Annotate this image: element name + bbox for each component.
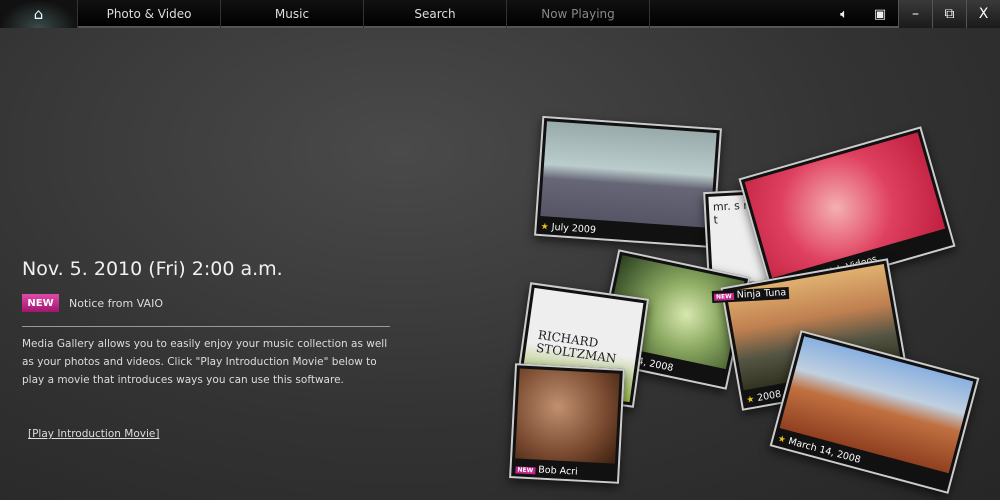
star-icon: ★ xyxy=(776,434,787,446)
new-badge: NEW xyxy=(713,292,734,301)
speaker-icon: 🔈︎ xyxy=(840,6,848,22)
restore-button[interactable]: ⧉ xyxy=(932,0,966,28)
caption: Bob Acri xyxy=(537,464,578,478)
gallery-item[interactable]: ★March 14, 2008 xyxy=(769,330,980,494)
notice-title: Notice from VAIO xyxy=(69,297,163,310)
gallery-item[interactable]: ★ July 2009 xyxy=(534,115,722,249)
divider xyxy=(22,326,390,327)
close-button[interactable]: X xyxy=(966,0,1000,28)
tab-music[interactable]: Music xyxy=(221,0,364,28)
home-button[interactable]: ⌂ xyxy=(0,0,78,28)
tab-search[interactable]: Search xyxy=(364,0,507,28)
new-badge: NEW xyxy=(22,294,59,312)
star-icon: ★ xyxy=(745,394,756,406)
notice-date: Nov. 5. 2010 (Fri) 2:00 a.m. xyxy=(22,258,283,280)
play-introduction-movie-link[interactable]: [Play Introduction Movie] xyxy=(28,428,159,440)
caption: Ninja Tuna xyxy=(736,287,787,301)
gallery-item[interactable]: NEW Bob Acri xyxy=(509,363,625,484)
toolbox-icon: ▣ xyxy=(873,6,887,22)
album-art-text: RICHARD STOLTZMAN xyxy=(535,327,618,366)
tools-button[interactable]: ▣ xyxy=(862,0,898,28)
new-badge: NEW xyxy=(515,466,536,475)
volume-button[interactable]: 🔈︎ xyxy=(826,0,862,28)
caption: 4, 2008 xyxy=(636,355,675,375)
caption: 2008 xyxy=(756,388,783,404)
home-icon: ⌂ xyxy=(33,5,44,23)
top-nav-bar: ⌂ Photo & Video Music Search Now Playing… xyxy=(0,0,1000,28)
tab-now-playing[interactable]: Now Playing xyxy=(507,0,650,28)
tab-photo-video[interactable]: Photo & Video xyxy=(78,0,221,28)
notice-body: Media Gallery allows you to easily enjoy… xyxy=(22,338,388,386)
star-icon: ★ xyxy=(540,222,550,233)
caption: July 2009 xyxy=(551,221,597,236)
minimize-button[interactable]: – xyxy=(898,0,932,28)
